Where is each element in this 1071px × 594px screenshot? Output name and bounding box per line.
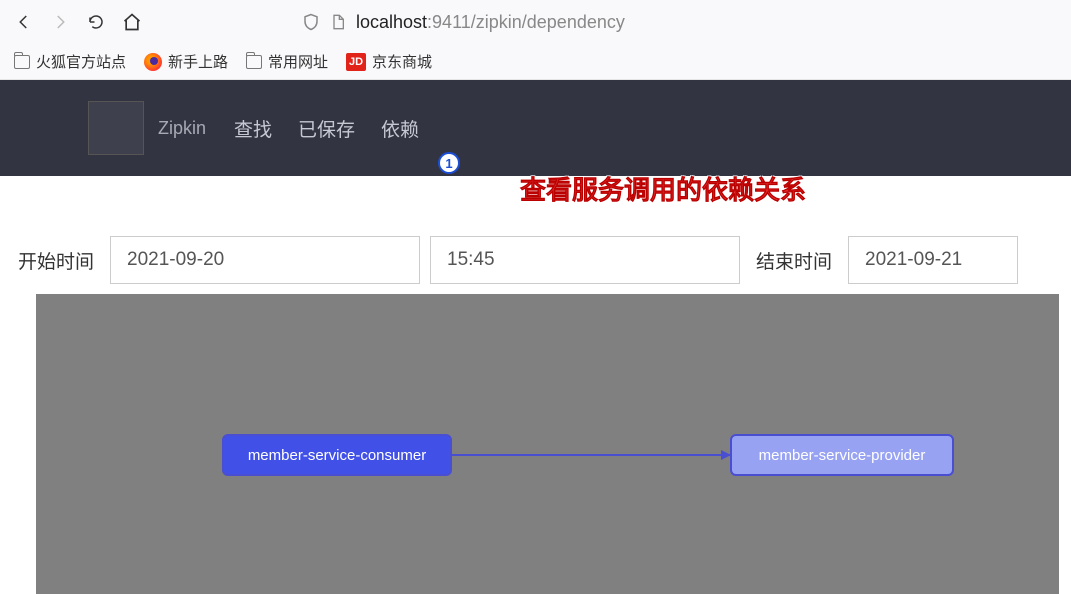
zipkin-logo [88, 101, 144, 155]
start-time-label: 开始时间 [12, 247, 100, 274]
service-node-consumer[interactable]: member-service-consumer [222, 434, 452, 476]
url-bar[interactable]: localhost:9411/zipkin/dependency [302, 12, 1063, 33]
dependency-edge [452, 454, 730, 456]
bookmark-common-sites[interactable]: 常用网址 [246, 51, 328, 72]
bookmark-getting-started[interactable]: 新手上路 [144, 51, 228, 72]
bookmark-label: 火狐官方站点 [36, 51, 126, 72]
bookmark-label: 京东商城 [372, 51, 432, 72]
forward-button[interactable] [44, 6, 76, 38]
end-date-input[interactable] [848, 236, 1018, 284]
step-badge: 1 [438, 152, 460, 174]
arrow-right-icon [51, 13, 69, 31]
nav-dependency[interactable]: 依赖 [381, 115, 419, 142]
filter-bar: 开始时间 结束时间 [0, 216, 1071, 288]
brand-name: Zipkin [158, 118, 206, 139]
jd-icon: JD [346, 53, 366, 71]
end-time-label: 结束时间 [750, 247, 838, 274]
arrow-left-icon [15, 13, 33, 31]
app-header: Zipkin 查找 已保存 依赖 1 [0, 80, 1071, 176]
page-icon [330, 13, 346, 31]
folder-icon [14, 55, 30, 69]
nav-search[interactable]: 查找 [234, 115, 272, 142]
browser-toolbar: localhost:9411/zipkin/dependency [0, 0, 1071, 44]
bookmark-label: 常用网址 [268, 51, 328, 72]
url-path: :9411/zipkin/dependency [427, 12, 625, 32]
folder-icon [246, 55, 262, 69]
shield-icon [302, 12, 320, 32]
bookmark-jd[interactable]: JD 京东商城 [346, 51, 432, 72]
reload-icon [87, 13, 105, 31]
bookmark-firefox-official[interactable]: 火狐官方站点 [14, 51, 126, 72]
back-button[interactable] [8, 6, 40, 38]
bookmark-label: 新手上路 [168, 51, 228, 72]
service-node-provider[interactable]: member-service-provider [730, 434, 954, 476]
bookmarks-bar: 火狐官方站点 新手上路 常用网址 JD 京东商城 [0, 44, 1071, 80]
start-date-input[interactable] [110, 236, 420, 284]
url-text: localhost:9411/zipkin/dependency [356, 12, 625, 33]
reload-button[interactable] [80, 6, 112, 38]
firefox-icon [144, 53, 162, 71]
annotation-text: 查看服务调用的依赖关系 [520, 170, 806, 207]
home-icon [122, 12, 142, 32]
start-time-input[interactable] [430, 236, 740, 284]
home-button[interactable] [116, 6, 148, 38]
nav-saved[interactable]: 已保存 [298, 115, 355, 142]
dependency-canvas[interactable]: member-service-consumer member-service-p… [36, 294, 1059, 594]
url-host: localhost [356, 12, 427, 32]
